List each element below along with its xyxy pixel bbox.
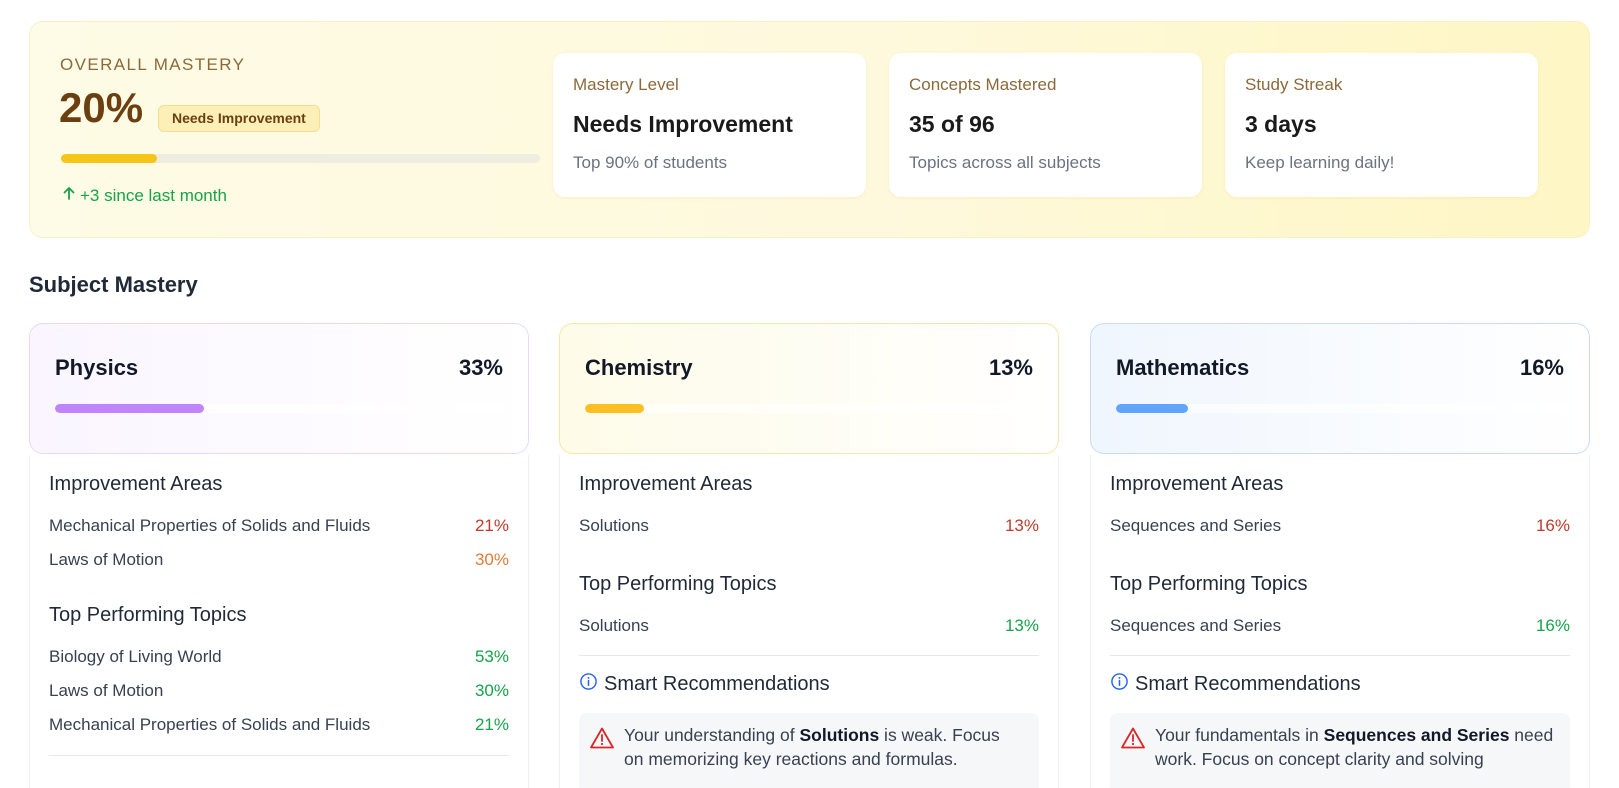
topic-score: 53% [474, 647, 509, 666]
subject-progress-bar [55, 404, 505, 413]
improvement-row: Mechanical Properties of Solids and Flui… [49, 516, 509, 540]
stat-subtitle: Topics across all subjects [909, 153, 1101, 172]
top-topic-row: Solutions 13% [579, 616, 1039, 640]
top-topic-row: Laws of Motion 30% [49, 681, 509, 705]
recommendation-card[interactable]: Your understanding of Solutions is weak.… [579, 713, 1039, 788]
topic-score: 13% [1004, 516, 1039, 535]
subject-progress-bar [585, 404, 1035, 413]
top-topics-title: Top Performing Topics [49, 604, 247, 626]
topic-name: Sequences and Series [1110, 616, 1282, 635]
stat-title: Study Streak [1245, 75, 1343, 94]
topic-name: Sequences and Series [1110, 516, 1282, 535]
overall-mastery-percent: 20% [59, 84, 144, 131]
recommendation-prefix: Your understanding of [624, 725, 800, 745]
stat-value: 3 days [1245, 111, 1317, 137]
overall-mastery-label: OVERALL MASTERY [60, 55, 246, 74]
top-topic-row: Biology of Living World 53% [49, 647, 509, 671]
stat-title: Mastery Level [573, 75, 679, 94]
recommendations-label: Smart Recommendations [1135, 673, 1361, 695]
subject-details: Improvement Areas Mechanical Properties … [29, 455, 529, 788]
top-topics-title: Top Performing Topics [579, 573, 777, 595]
improvement-row: Laws of Motion 30% [49, 550, 509, 574]
topic-name: Biology of Living World [49, 647, 222, 666]
subject-name: Physics [55, 355, 139, 380]
recommendation-topic: Solutions [799, 725, 880, 745]
recommendation-text: Your fundamentals in Sequences and Serie… [1155, 723, 1555, 771]
topic-score: 16% [1535, 516, 1570, 535]
section-title-subject-mastery: Subject Mastery [29, 272, 198, 297]
stat-subtitle: Keep learning daily! [1245, 153, 1395, 172]
subject-progress-bar [1116, 404, 1566, 413]
stat-value: 35 of 96 [909, 111, 995, 137]
topic-score: 30% [474, 550, 509, 569]
smart-recommendations-title: Smart Recommendations [579, 672, 830, 697]
subject-details: Improvement Areas Solutions 13% Top Perf… [559, 455, 1059, 788]
subject-progress-fill [585, 404, 644, 413]
recommendations-label: Smart Recommendations [604, 673, 830, 695]
topic-score: 21% [474, 715, 509, 734]
improvement-areas-title: Improvement Areas [1110, 473, 1284, 495]
stat-card-study-streak: Study Streak 3 days Keep learning daily! [1225, 53, 1538, 197]
subject-name: Mathematics [1116, 355, 1250, 380]
topic-name: Solutions [579, 616, 649, 635]
topic-name: Mechanical Properties of Solids and Flui… [49, 516, 371, 535]
divider [1110, 655, 1570, 656]
subject-percent: 13% [988, 355, 1033, 380]
recommendation-prefix: Your fundamentals in [1155, 725, 1324, 745]
recommendation-topic: Sequences and Series [1323, 725, 1510, 745]
overall-mastery-panel: OVERALL MASTERY 20% Needs Improvement +3… [29, 21, 1590, 238]
subject-percent: 16% [1519, 355, 1564, 380]
top-topic-row: Mechanical Properties of Solids and Flui… [49, 715, 509, 739]
recommendation-text: Your understanding of Solutions is weak.… [624, 723, 1024, 771]
improvement-areas-title: Improvement Areas [49, 473, 223, 495]
recommendation-card[interactable]: Your fundamentals in Sequences and Serie… [1110, 713, 1570, 788]
subject-header: Physics 33% [29, 323, 529, 454]
mastery-dashboard: OVERALL MASTERY 20% Needs Improvement +3… [0, 0, 1619, 788]
stat-card-concepts-mastered: Concepts Mastered 35 of 96 Topics across… [889, 53, 1202, 197]
stat-card-mastery-level: Mastery Level Needs Improvement Top 90% … [553, 53, 866, 197]
info-circle-icon [579, 672, 598, 697]
topic-score: 21% [474, 516, 509, 535]
stat-title: Concepts Mastered [909, 75, 1057, 94]
topic-name: Solutions [579, 516, 649, 535]
topic-name: Mechanical Properties of Solids and Flui… [49, 715, 371, 734]
stat-value: Needs Improvement [573, 111, 793, 137]
topic-score: 13% [1004, 616, 1039, 635]
subject-card-mathematics[interactable]: Mathematics 16% Improvement Areas Sequen… [1090, 323, 1590, 788]
arrow-up-icon [61, 185, 77, 206]
improvement-row: Solutions 13% [579, 516, 1039, 540]
top-topics-title: Top Performing Topics [1110, 573, 1308, 595]
smart-recommendations-title: Smart Recommendations [1110, 672, 1361, 697]
topic-name: Laws of Motion [49, 681, 164, 700]
topic-score: 30% [474, 681, 509, 700]
info-circle-icon [1110, 672, 1129, 697]
monthly-change-text: +3 since last month [80, 185, 227, 205]
subject-percent: 33% [458, 355, 503, 380]
top-topic-row: Sequences and Series 16% [1110, 616, 1570, 640]
improvement-row: Sequences and Series 16% [1110, 516, 1570, 540]
mastery-status-badge: Needs Improvement [158, 105, 320, 132]
stat-subtitle: Top 90% of students [573, 153, 728, 172]
divider [49, 755, 509, 756]
subject-header: Chemistry 13% [559, 323, 1059, 454]
overall-progress-fill [61, 154, 157, 163]
subject-progress-fill [1116, 404, 1188, 413]
subject-header: Mathematics 16% [1090, 323, 1590, 454]
subject-details: Improvement Areas Sequences and Series 1… [1090, 455, 1590, 788]
topic-name: Laws of Motion [49, 550, 164, 569]
monthly-change: +3 since last month [61, 185, 227, 206]
divider [579, 655, 1039, 656]
subject-card-physics[interactable]: Physics 33% Improvement Areas Mechanical… [29, 323, 529, 788]
subject-name: Chemistry [585, 355, 693, 380]
topic-score: 16% [1535, 616, 1570, 635]
subject-progress-fill [55, 404, 204, 413]
improvement-areas-title: Improvement Areas [579, 473, 753, 495]
overall-progress-bar [61, 154, 540, 163]
subject-card-chemistry[interactable]: Chemistry 13% Improvement Areas Solution… [559, 323, 1059, 788]
